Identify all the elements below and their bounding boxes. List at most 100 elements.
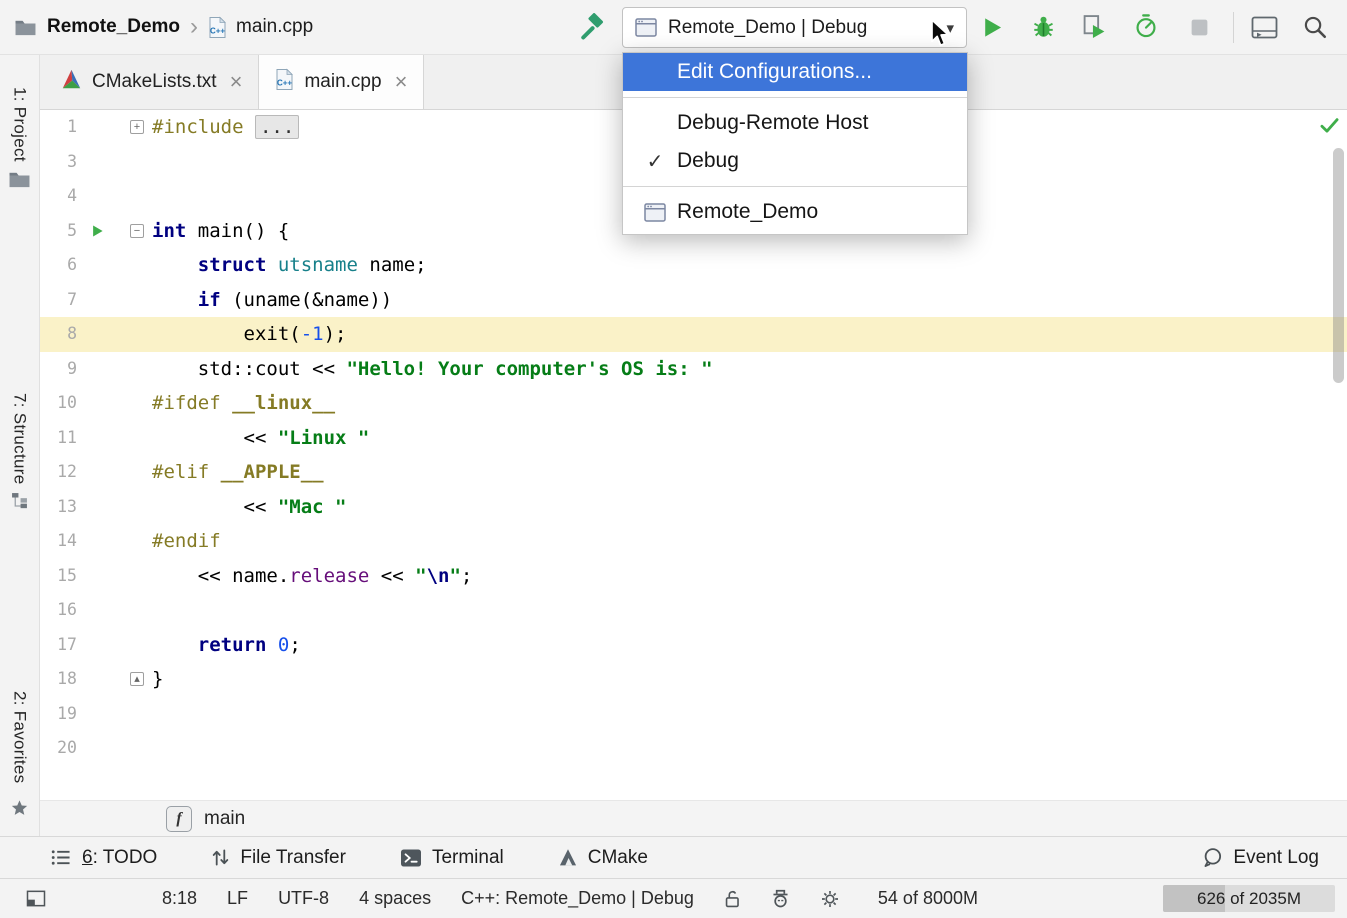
gutter: 8	[40, 317, 152, 352]
code-line[interactable]: 8 exit(-1);	[40, 317, 1347, 352]
gutter: 3	[40, 145, 152, 180]
terminal-icon	[400, 848, 422, 868]
close-icon[interactable]: ×	[395, 71, 408, 93]
toolbar-separator	[1233, 12, 1234, 43]
toolwindow-button-terminal[interactable]: Terminal	[400, 847, 504, 869]
menu-item-debug-remote-host[interactable]: Debug-Remote Host	[623, 104, 967, 142]
stripe-button-7-structure[interactable]: 7: Structure	[0, 393, 39, 514]
code-line[interactable]: 20	[40, 731, 1347, 766]
toolwindow-button-label: Event Log	[1233, 847, 1319, 869]
code-line[interactable]: 10 #ifdef __linux__	[40, 386, 1347, 421]
gutter: 10	[40, 386, 152, 421]
line-number: 19	[57, 697, 77, 732]
lock-icon[interactable]	[724, 889, 741, 909]
memory-indicator[interactable]: 626 of 2035M	[1163, 885, 1335, 912]
run-config-label: Remote_Demo | Debug	[668, 17, 935, 39]
chevron-right-icon: ›	[190, 15, 198, 39]
navbar-project-item[interactable]: Remote_Demo	[47, 16, 180, 38]
profiler-button[interactable]	[1133, 13, 1159, 39]
toolwindow-button-file-transfer[interactable]: File Transfer	[211, 847, 346, 869]
tab-cmakelists-txt[interactable]: CMakeLists.txt ×	[45, 55, 258, 109]
line-number: 14	[57, 524, 77, 559]
gutter: 4	[40, 179, 152, 214]
code-line[interactable]: 14 #endif	[40, 524, 1347, 559]
code-line[interactable]: 11 << "Linux "	[40, 421, 1347, 456]
line-number: 1	[67, 110, 77, 145]
code-line[interactable]: 19	[40, 697, 1347, 732]
line-number: 7	[67, 283, 77, 318]
code-line[interactable]: 13 << "Mac "	[40, 490, 1347, 525]
code-text: #ifdef __linux__	[152, 386, 1347, 421]
gutter: 6	[40, 248, 152, 283]
encoding-widget[interactable]: UTF-8	[278, 888, 329, 909]
code-line[interactable]: 12#elif __APPLE__	[40, 455, 1347, 490]
gutter: 7	[40, 283, 152, 318]
menu-item-remote-demo[interactable]: Remote_Demo	[623, 193, 967, 231]
line-number: 4	[67, 179, 77, 214]
stripe-button-2-favorites[interactable]: 2: Favorites	[0, 691, 39, 822]
menu-item-edit-configurations[interactable]: Edit Configurations...	[623, 53, 967, 91]
stripe-button-1-project[interactable]: 1: Project	[0, 87, 39, 194]
code-line[interactable]: 9 std::cout << "Hello! Your computer's O…	[40, 352, 1347, 387]
code-line[interactable]: 18▴}	[40, 662, 1347, 697]
tab-label: CMakeLists.txt	[92, 71, 217, 93]
tool-windows-button[interactable]	[1251, 16, 1278, 39]
project-folder-icon	[14, 18, 37, 37]
stop-button[interactable]	[1189, 17, 1210, 38]
search-everywhere-button[interactable]	[1302, 14, 1328, 40]
tab-main-cpp[interactable]: C++main.cpp×	[258, 55, 424, 109]
run-with-coverage-button[interactable]	[1082, 14, 1107, 39]
tool-window-stripe: 1: Project 7: Structure 2: Favorites	[0, 55, 40, 836]
structure-stripe-icon	[11, 492, 28, 514]
line-number: 11	[57, 421, 77, 456]
fold-plus-icon[interactable]: +	[130, 120, 144, 134]
debug-button[interactable]	[1030, 13, 1057, 40]
fold-minus-icon[interactable]: −	[130, 224, 144, 238]
code-line[interactable]: 16	[40, 593, 1347, 628]
inspections-status-icon[interactable]	[1319, 117, 1340, 139]
code-text: << "Mac "	[152, 490, 1347, 525]
code-line[interactable]: 6 struct utsname name;	[40, 248, 1347, 283]
toolwindow-toggle-icon[interactable]	[26, 890, 46, 907]
highlighting-level-icon[interactable]	[771, 888, 790, 909]
toolwindow-button-cmake[interactable]: CMake	[558, 847, 648, 869]
menu-item-debug[interactable]: ✓Debug	[623, 142, 967, 180]
gutter: 15	[40, 559, 152, 594]
gutter: 1+	[40, 110, 152, 145]
close-icon[interactable]: ×	[230, 71, 243, 93]
build-hammer-button[interactable]	[578, 13, 606, 41]
breadcrumb-item[interactable]: main	[204, 808, 245, 830]
resolve-context-widget[interactable]: C++: Remote_Demo | Debug	[461, 888, 694, 909]
line-number: 16	[57, 593, 77, 628]
code-text: #endif	[152, 524, 1347, 559]
code-text: << name.release << "\n";	[152, 559, 1347, 594]
navbar-file-item[interactable]: main.cpp	[236, 16, 313, 38]
code-line[interactable]: 17 return 0;	[40, 628, 1347, 663]
caret-position-widget[interactable]: 8:18	[162, 888, 197, 909]
fold-end-icon[interactable]: ▴	[130, 672, 144, 686]
run-config-selector[interactable]: Remote_Demo | Debug ▾	[622, 7, 967, 48]
line-number: 15	[57, 559, 77, 594]
indent-widget[interactable]: 4 spaces	[359, 888, 431, 909]
menu-item-label: Remote_Demo	[677, 200, 818, 224]
line-separator-widget[interactable]: LF	[227, 888, 248, 909]
main-toolbar: Remote_Demo › C++ main.cpp Remote_Demo |…	[0, 0, 1347, 55]
code-line[interactable]: 15 << name.release << "\n";	[40, 559, 1347, 594]
run-line-icon[interactable]	[90, 223, 105, 238]
settings-sync-icon[interactable]	[820, 889, 840, 909]
gutter: 12	[40, 455, 152, 490]
scrollbar-thumb[interactable]	[1333, 148, 1344, 383]
gutter: 16	[40, 593, 152, 628]
toolwindow-button-label: CMake	[588, 847, 648, 869]
line-number: 10	[57, 386, 77, 421]
remote-memory-widget[interactable]: 54 of 8000M	[878, 888, 978, 909]
gutter: 18▴	[40, 662, 152, 697]
line-number: 5	[67, 214, 77, 249]
bottom-bar-right: Event Log	[1202, 847, 1319, 869]
run-button[interactable]	[980, 15, 1005, 40]
toolwindow-button-event-log[interactable]: Event Log	[1202, 847, 1319, 869]
menu-item-label: Debug	[677, 149, 739, 173]
toolwindow-button-6-todo[interactable]: 6: TODO	[50, 847, 157, 869]
code-line[interactable]: 7 if (uname(&name))	[40, 283, 1347, 318]
tab-label: main.cpp	[304, 71, 381, 93]
